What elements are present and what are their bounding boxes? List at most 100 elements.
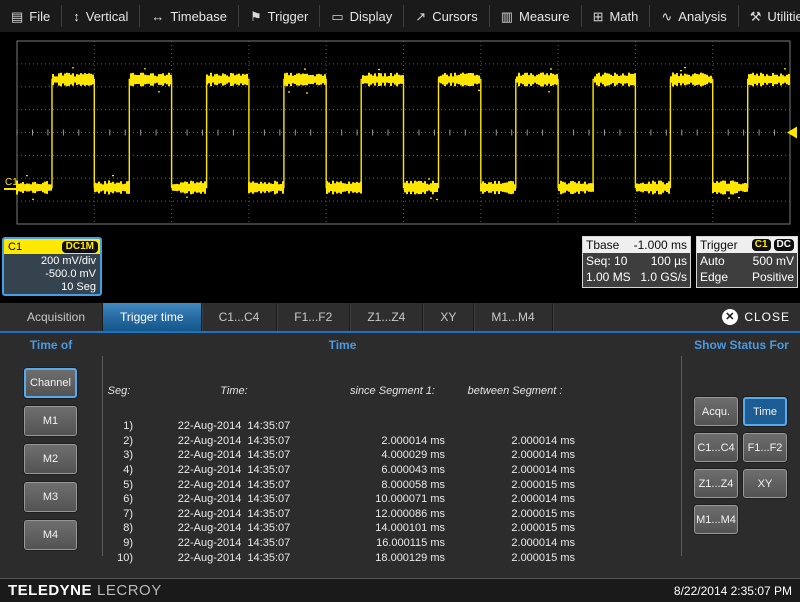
cell-time: 22-Aug-2014 14:35:07 [133,449,335,461]
menu-measure[interactable]: ▥ Measure [490,5,582,27]
cell-since-segment1: 8.000058 ms [335,479,450,491]
tab-c1-c4[interactable]: C1...C4 [202,303,278,331]
col-header-time: Time: [133,385,335,397]
brand-logo: TELEDYNE LECROY [8,582,162,599]
status-f1-f2-button[interactable]: F1...F2 [743,433,787,462]
brand-teledyne: TELEDYNE [8,582,92,599]
tab-bar: Acquisition Trigger time C1...C4 F1...F2… [0,303,800,331]
cell-since-segment1: 10.000071 ms [335,493,450,505]
menu-file[interactable]: ▤ File [0,5,62,27]
trigger-type: Edge [700,269,728,285]
cell-seg: 1) [105,420,133,432]
trigger-time-table: 1) 22-Aug-2014 14:35:07 2) 22-Aug-2014 1… [105,419,580,565]
status-z1-z4-button[interactable]: Z1...Z4 [694,469,738,498]
col-header-seg: Seg: [105,385,133,397]
cell-between-segment: 2.000014 ms [450,435,580,447]
tab-xy[interactable]: XY [423,303,474,331]
tab-trigger-time[interactable]: Trigger time [103,303,202,331]
timebase-descriptor[interactable]: Tbase -1.000 ms Seq: 10 100 µs 1.00 MS 1… [582,236,691,288]
right-separator [681,356,682,556]
table-header-row: Seg: Time: since Segment 1: between Segm… [105,385,580,397]
time-of-title: Time of [0,338,102,352]
menu-math[interactable]: ⊞ Math [582,5,651,27]
status-acqu-button[interactable]: Acqu. [694,397,738,426]
menu-cursors[interactable]: ↗ Cursors [404,5,489,27]
scope-area: C1 [0,32,800,232]
waveform-trace-c1 [17,80,790,188]
cell-time: 22-Aug-2014 14:35:07 [133,420,335,432]
chart-icon: ∿ [661,10,672,23]
tbase-title: Tbase [586,238,619,252]
monitor-icon: ▭ [331,10,343,23]
cell-between-segment: 2.000015 ms [450,522,580,534]
tab-z1-z4[interactable]: Z1...Z4 [350,303,423,331]
table-row: 9) 22-Aug-2014 14:35:07 16.000115 ms 2.0… [105,536,580,551]
close-icon: ✕ [722,309,738,325]
table-row: 3) 22-Aug-2014 14:35:07 4.000029 ms 2.00… [105,448,580,463]
trigger-level-marker[interactable] [787,127,797,139]
descriptor-strip: C1 DC1M 200 mV/div -500.0 mV 10 Seg Tbas… [0,232,800,303]
trigger-slope: Positive [752,269,794,285]
menu-display[interactable]: ▭ Display [320,5,404,27]
trigger-descriptor[interactable]: Trigger C1 DC Auto 500 mV Edge Positive [696,236,798,288]
time-of-channel-button[interactable]: Channel [24,368,77,398]
channel-offset: -500.0 mV [4,268,96,281]
menu-trigger[interactable]: ⚑ Trigger [239,5,320,27]
cell-since-segment1: 6.000043 ms [335,464,450,476]
trigger-flag-icon: ⚑ [250,10,262,23]
table-row: 4) 22-Aug-2014 14:35:07 6.000043 ms 2.00… [105,463,580,478]
status-time-button[interactable]: Time [743,397,787,426]
menu-utilities[interactable]: ⚒ Utilities [739,5,800,27]
trigger-mode: Auto [700,253,725,269]
cell-since-segment1: 4.000029 ms [335,449,450,461]
cell-since-segment1: 16.000115 ms [335,537,450,549]
close-label: CLOSE [744,310,790,324]
menu-item-label: Measure [519,9,570,24]
file-icon: ▤ [11,10,23,23]
cell-seg: 9) [105,537,133,549]
cell-since-segment1: 2.000014 ms [335,435,450,447]
cell-time: 22-Aug-2014 14:35:07 [133,493,335,505]
menu-timebase[interactable]: ↔ Timebase [140,5,239,27]
cell-between-segment: 2.000015 ms [450,479,580,491]
status-xy-button[interactable]: XY [743,469,787,498]
waveform-display: C1 [0,32,800,232]
cell-between-segment: 2.000014 ms [450,449,580,461]
volts-per-div: 200 mV/div [4,255,96,268]
calculator-icon: ⊞ [593,10,604,23]
brand-lecroy: LECROY [97,582,162,599]
table-row: 8) 22-Aug-2014 14:35:07 14.000101 ms 2.0… [105,521,580,536]
time-of-buttons: Channel M1 M2 M3 M4 [24,368,77,558]
time-of-m4-button[interactable]: M4 [24,520,77,550]
close-button[interactable]: ✕ CLOSE [722,303,790,331]
time-of-m2-button[interactable]: M2 [24,444,77,474]
ruler-icon: ▥ [501,10,513,23]
status-bar: TELEDYNELECROY 8/22/2014 2:35:07 PM [0,578,800,602]
table-row: 7) 22-Aug-2014 14:35:07 12.000086 ms 2.0… [105,507,580,522]
cursor-arrow-icon: ↗ [415,10,426,23]
status-c1-c4-button[interactable]: C1...C4 [694,433,738,462]
time-of-m3-button[interactable]: M3 [24,482,77,512]
tab-f1-f2[interactable]: F1...F2 [277,303,350,331]
cell-time: 22-Aug-2014 14:35:07 [133,508,335,520]
tbase-delay: -1.000 ms [634,238,687,252]
time-of-m1-button[interactable]: M1 [24,406,77,436]
menu-item-label: Analysis [678,9,726,24]
menu-item-label: Vertical [86,9,129,24]
trigger-coupling-badge: DC [774,239,794,251]
cell-time: 22-Aug-2014 14:35:07 [133,435,335,447]
cell-seg: 3) [105,449,133,461]
cell-seg: 10) [105,552,133,564]
menu-item-label: Utilities [767,9,800,24]
col-header-between: between Segment : [450,385,580,397]
tab-acquisition[interactable]: Acquisition [10,303,103,331]
tab-m1-m4[interactable]: M1...M4 [474,303,552,331]
channel-c1-descriptor[interactable]: C1 DC1M 200 mV/div -500.0 mV 10 Seg [2,237,102,296]
menu-vertical[interactable]: ↕ Vertical [62,5,140,27]
menu-analysis[interactable]: ∿ Analysis [650,5,738,27]
cell-time: 22-Aug-2014 14:35:07 [133,522,335,534]
cell-seg: 7) [105,508,133,520]
status-m1-m4-button[interactable]: M1...M4 [694,505,738,534]
table-row: 10) 22-Aug-2014 14:35:07 18.000129 ms 2.… [105,550,580,565]
menu-item-label: Cursors [432,9,478,24]
